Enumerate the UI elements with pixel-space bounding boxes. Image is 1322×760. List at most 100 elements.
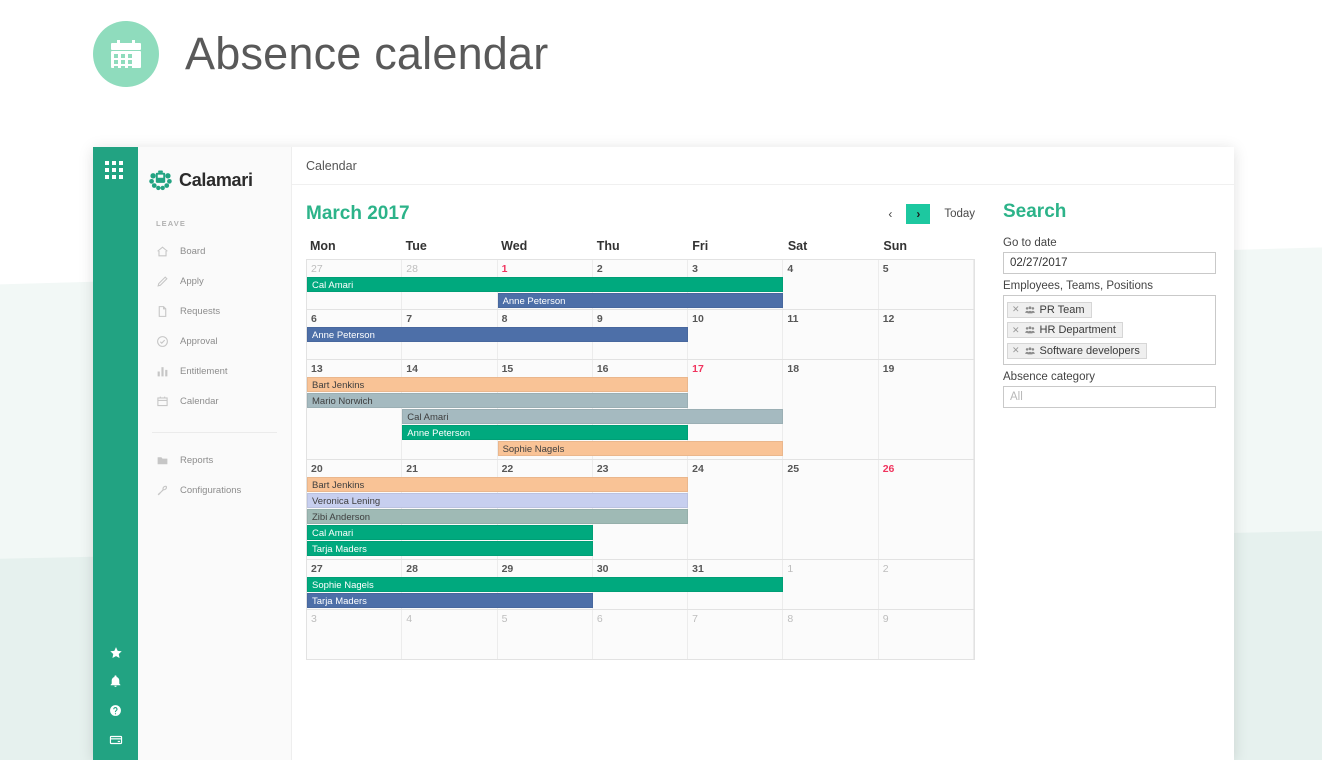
calendar-day-cell[interactable]: 7 [688,610,784,659]
absence-event-bar[interactable]: Sophie Nagels [497,441,784,456]
day-number: 6 [596,613,603,625]
absence-event-bar[interactable]: Bart Jenkins [307,377,689,392]
calendar-day-cell[interactable]: 5 [497,610,593,659]
calendar-day-cell[interactable]: 12 [878,310,974,359]
app-rail [93,147,138,760]
absence-event-bar[interactable]: Anne Peterson [402,425,689,440]
sidebar-item-reports[interactable]: Reports [138,445,291,475]
calendar-day-cell[interactable]: 1 [783,560,879,609]
chip-label: PR Team [1039,303,1085,316]
calendar-day-cell[interactable]: 26 [878,460,974,559]
day-number: 2 [882,563,889,575]
next-month-button[interactable]: › [906,204,931,224]
absence-event-bar[interactable]: Mario Norwich [307,393,689,408]
sidebar-item-label: Entitlement [180,365,228,377]
day-number: 19 [882,363,895,375]
chip-remove-icon[interactable]: ✕ [1012,345,1020,356]
card-icon[interactable] [93,725,138,754]
absence-event-bar[interactable]: Cal Amari [402,409,784,424]
calendar-day-cell[interactable]: 4 [402,610,498,659]
day-number: 26 [882,463,895,475]
day-number: 7 [406,313,413,325]
absence-event-bar[interactable]: Cal Amari [307,525,593,540]
day-number: 24 [692,463,704,475]
home-icon [156,245,169,258]
calendar-day-cell[interactable]: 13 [307,360,403,459]
day-number: 25 [787,463,800,475]
absence-event-bar[interactable]: Sophie Nagels [307,577,784,592]
folder-icon [156,454,169,467]
month-title: March 2017 [306,203,410,224]
calendar-day-cell[interactable]: 6 [592,610,689,659]
calendar-day-cell[interactable]: 25 [783,460,879,559]
calendar-day-cell[interactable]: 24 [688,460,784,559]
calendar-day-cell[interactable]: 5 [878,260,974,309]
star-icon[interactable] [93,638,138,667]
absence-event-bar[interactable]: Bart Jenkins [307,477,689,492]
wrench-icon [156,484,169,497]
document-icon [156,305,169,318]
absence-event-bar[interactable]: Tarja Maders [307,541,593,556]
chip-remove-icon[interactable]: ✕ [1012,325,1020,336]
prev-month-button[interactable]: ‹ [878,204,902,224]
calendar-day-cell[interactable]: 10 [688,310,784,359]
calendar-day-cell[interactable]: 2 [878,560,974,609]
grid-apps-icon[interactable] [105,161,125,181]
rail-bottom-icons [93,638,138,754]
entities-tag-input[interactable]: ✕ PR Team ✕ HR Department ✕ Software develope… [1003,295,1216,365]
calendar-day-cell[interactable]: 19 [878,360,974,459]
day-number: 14 [406,363,418,375]
page-title: Absence calendar [185,28,549,79]
absence-event-bar[interactable]: Anne Peterson [497,293,784,308]
day-number: 29 [501,563,514,575]
entity-chip[interactable]: ✕ PR Team [1007,301,1092,318]
calendar-week-row: 6 7 8 9 10 11 12 Anne Peterson [307,310,974,360]
absence-category-input[interactable]: All [1003,385,1216,408]
calendar-day-cell[interactable]: 4 [783,260,879,309]
sidebar-item-entitlement[interactable]: Entitlement [138,356,291,386]
help-circle-icon[interactable] [93,696,138,725]
sidebar-item-board[interactable]: Board [138,236,291,266]
sidebar-item-label: Requests [180,305,221,317]
day-number: 4 [406,613,413,625]
absence-event-bar[interactable]: Veronica Lening [307,493,689,508]
goto-date-input[interactable]: 02/27/2017 [1003,252,1216,274]
app-window: Calamari LEAVE Board Apply Requests Appr… [93,147,1234,760]
calendar-icon [156,395,169,408]
calendar-day-cell[interactable]: 11 [783,310,879,359]
page-header: Absence calendar [93,18,548,90]
sidebar-item-calendar[interactable]: Calendar [138,386,291,416]
absence-event-bar[interactable]: Tarja Maders [307,593,593,608]
entity-chip[interactable]: ✕ Software developers [1007,342,1147,359]
search-title: Search [1003,201,1067,222]
absence-event-bar[interactable]: Cal Amari [307,277,784,292]
sidebar-item-approval[interactable]: Approval [138,326,291,356]
calendar-day-cell[interactable]: 8 [783,610,879,659]
day-number: 7 [692,613,698,625]
calendar-day-cell[interactable]: 9 [878,610,974,659]
sidebar-item-requests[interactable]: Requests [138,296,291,326]
chip-remove-icon[interactable]: ✕ [1012,304,1020,315]
calendar-day-cell[interactable]: 18 [783,360,879,459]
page-root: Absence calendar Calamari LEAVE Board Ap… [0,0,1322,760]
today-button[interactable]: Today [944,208,975,220]
bell-icon[interactable] [93,667,138,696]
calendar-week-row: 20 21 22 23 24 25 26 Bart Jenkins Veronica Lenin… [307,460,974,560]
day-number: 3 [311,613,317,625]
brand: Calamari [138,163,291,197]
day-number: 5 [882,263,889,275]
day-number: 6 [311,313,317,325]
entities-label: Employees, Teams, Positions [1003,280,1153,292]
absence-event-bar[interactable]: Zibi Anderson [307,509,689,524]
calendar-day-cell[interactable]: 3 [307,610,403,659]
sidebar-item-apply[interactable]: Apply [138,266,291,296]
absence-event-bar[interactable]: Anne Peterson [307,327,689,342]
weekday-header: Sat [787,239,808,253]
day-number: 28 [406,563,418,575]
day-number: 2 [596,263,603,275]
day-number: 4 [787,263,794,275]
sidebar-item-configurations[interactable]: Configurations [138,475,291,505]
day-number: 22 [501,463,514,475]
day-number: 17 [692,363,704,375]
entity-chip[interactable]: ✕ HR Department [1007,322,1123,338]
